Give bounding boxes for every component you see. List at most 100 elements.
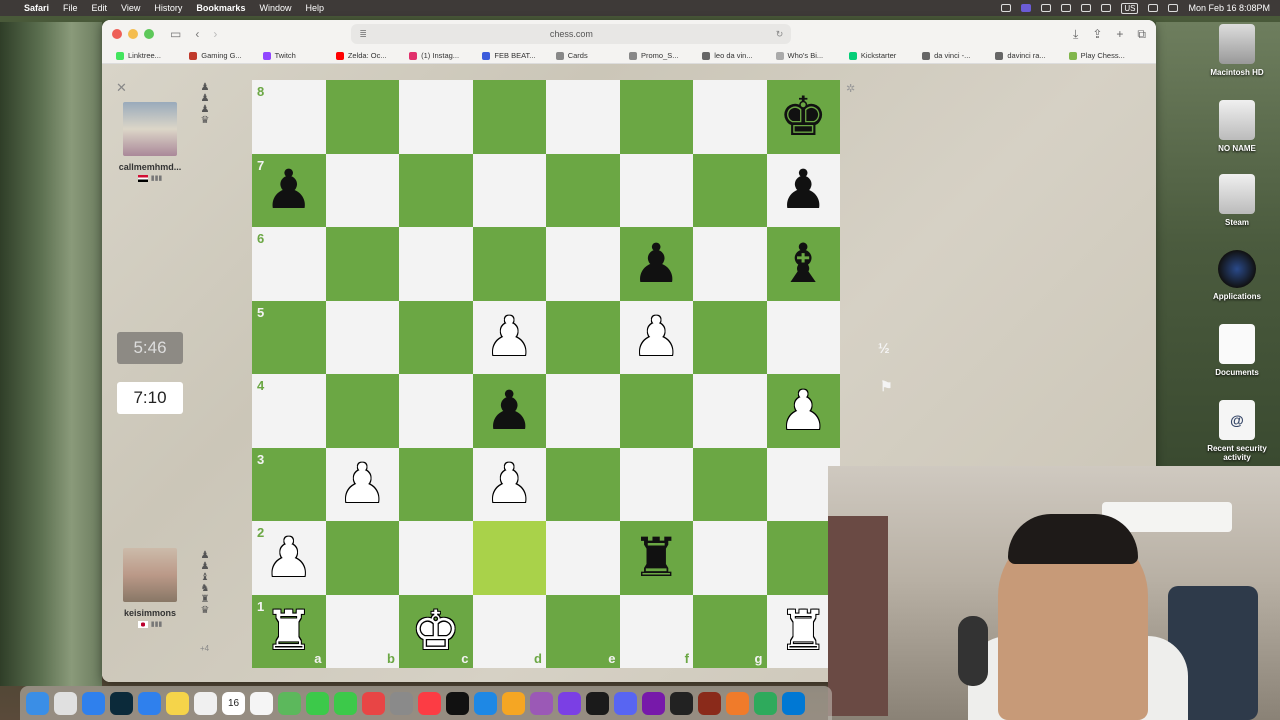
- square-g5[interactable]: [693, 300, 767, 374]
- square-g3[interactable]: [693, 447, 767, 521]
- square-c7[interactable]: [399, 153, 473, 227]
- square-h4[interactable]: ♟: [766, 374, 840, 448]
- dock-notes-icon[interactable]: [166, 691, 189, 715]
- desktop-icon-applications[interactable]: Applications: [1199, 250, 1275, 301]
- bookmark-item[interactable]: Zelda: Oc...: [335, 51, 409, 60]
- dock-onenote-icon[interactable]: [642, 691, 665, 715]
- menu-help[interactable]: Help: [305, 3, 324, 13]
- square-g1[interactable]: g: [693, 594, 767, 668]
- dock-sublime-icon[interactable]: [726, 691, 749, 715]
- square-c1[interactable]: c ♚: [399, 594, 473, 668]
- square-c8[interactable]: [399, 80, 473, 154]
- black-pawn-icon[interactable]: ♟: [485, 383, 533, 438]
- square-f4[interactable]: [619, 374, 693, 448]
- black-pawn-icon[interactable]: ♟: [265, 163, 313, 217]
- dock-feedback-icon[interactable]: [558, 691, 581, 715]
- square-a8[interactable]: 8: [252, 80, 326, 154]
- square-a7[interactable]: 7 ♟: [252, 153, 326, 227]
- white-pawn-icon[interactable]: ♟: [265, 530, 313, 585]
- bluetooth-icon[interactable]: [1061, 4, 1072, 12]
- dock-safari-icon[interactable]: [82, 691, 105, 715]
- square-d2[interactable]: [472, 521, 546, 595]
- square-d5[interactable]: ♟: [472, 300, 546, 374]
- square-e6[interactable]: [546, 227, 620, 301]
- status-icon-2[interactable]: [1041, 4, 1052, 12]
- white-pawn-icon[interactable]: ♟: [779, 383, 827, 438]
- square-g4[interactable]: [693, 374, 767, 448]
- dock-app-store-icon[interactable]: [474, 691, 497, 715]
- zoom-window-button[interactable]: [144, 29, 154, 39]
- dock-news-icon[interactable]: [362, 691, 385, 715]
- dock-final-cut-icon[interactable]: [586, 691, 609, 715]
- white-pawn-icon[interactable]: ♟: [632, 310, 680, 364]
- dock-discord-icon[interactable]: [614, 691, 637, 715]
- square-e8[interactable]: [546, 80, 620, 154]
- black-bishop-icon[interactable]: ♝: [779, 236, 827, 291]
- square-d3[interactable]: ♟: [472, 447, 546, 521]
- square-d7[interactable]: [472, 153, 546, 227]
- square-f5[interactable]: ♟: [619, 300, 693, 374]
- dock-facetime-icon[interactable]: [306, 691, 329, 715]
- square-a4[interactable]: 4: [252, 374, 326, 448]
- white-pawn-icon[interactable]: ♟: [338, 457, 386, 511]
- menu-history[interactable]: History: [154, 3, 182, 13]
- square-e1[interactable]: e: [546, 594, 620, 668]
- square-a6[interactable]: 6: [252, 227, 326, 301]
- square-e2[interactable]: [546, 521, 620, 595]
- menu-edit[interactable]: Edit: [92, 3, 108, 13]
- white-rook-icon[interactable]: ♜: [265, 604, 313, 658]
- dock-calendar-icon[interactable]: 16: [222, 691, 245, 715]
- bookmark-item[interactable]: Linktree...: [116, 51, 189, 60]
- sidebar-toggle-icon[interactable]: ▭: [170, 27, 181, 41]
- square-b6[interactable]: [325, 227, 399, 301]
- player-name[interactable]: keisimmons: [110, 608, 190, 618]
- square-c2[interactable]: [399, 521, 473, 595]
- downloads-icon[interactable]: ⤓: [1073, 27, 1078, 42]
- bookmark-item[interactable]: Play Chess...: [1068, 51, 1142, 60]
- chess-board[interactable]: 8♚7♟♟6♟♝5♟♟4♟♟3♟♟2♟♜1a♜bc♚defgh♜: [252, 80, 840, 668]
- flag-icon[interactable]: ⚑: [880, 378, 893, 395]
- bookmark-item[interactable]: Gaming G...: [189, 51, 262, 60]
- dock-launchpad-icon[interactable]: [54, 691, 77, 715]
- square-f3[interactable]: [619, 447, 693, 521]
- bookmark-item[interactable]: Who's Bi...: [775, 51, 849, 60]
- bookmark-item[interactable]: davinci ra...: [995, 51, 1068, 60]
- minimize-window-button[interactable]: [128, 29, 138, 39]
- white-pawn-icon[interactable]: ♟: [485, 457, 533, 511]
- square-h7[interactable]: ♟: [766, 153, 840, 227]
- square-b8[interactable]: [325, 80, 399, 154]
- reload-icon[interactable]: ↻: [776, 29, 784, 40]
- dock-freeform-icon[interactable]: [194, 691, 217, 715]
- tab-overview-icon[interactable]: ⧉: [1137, 27, 1146, 42]
- desktop-icon-security[interactable]: @ Recent security activity: [1199, 400, 1275, 462]
- dock-terminal-icon[interactable]: [670, 691, 693, 715]
- bookmark-item[interactable]: Kickstarter: [848, 51, 922, 60]
- player-avatar[interactable]: [123, 548, 177, 602]
- white-pawn-icon[interactable]: ♟: [485, 310, 533, 364]
- square-g7[interactable]: [693, 153, 767, 227]
- square-b2[interactable]: [325, 521, 399, 595]
- new-tab-icon[interactable]: +: [1116, 27, 1123, 42]
- bookmark-item[interactable]: da vinci -...: [922, 51, 995, 60]
- square-b7[interactable]: [325, 153, 399, 227]
- square-a5[interactable]: 5: [252, 300, 326, 374]
- dock-maps-icon[interactable]: [278, 691, 301, 715]
- desktop-icon-steam[interactable]: Steam: [1199, 174, 1275, 227]
- black-rook-icon[interactable]: ♜: [632, 530, 680, 585]
- dock-vs-code-icon[interactable]: [782, 691, 805, 715]
- menu-file[interactable]: File: [63, 3, 78, 13]
- square-f6[interactable]: ♟: [619, 227, 693, 301]
- white-king-icon[interactable]: ♚: [412, 604, 460, 658]
- square-h6[interactable]: ♝: [766, 227, 840, 301]
- search-icon[interactable]: [1148, 4, 1159, 12]
- square-g8[interactable]: [693, 80, 767, 154]
- white-rook-icon[interactable]: ♜: [779, 604, 827, 658]
- battery-icon[interactable]: [1081, 4, 1092, 12]
- square-b4[interactable]: [325, 374, 399, 448]
- square-c5[interactable]: [399, 300, 473, 374]
- square-e5[interactable]: [546, 300, 620, 374]
- square-c4[interactable]: [399, 374, 473, 448]
- wifi-icon[interactable]: [1101, 4, 1112, 12]
- close-panel-icon[interactable]: ✕: [116, 80, 127, 96]
- bookmark-item[interactable]: (1) Instag...: [409, 51, 482, 60]
